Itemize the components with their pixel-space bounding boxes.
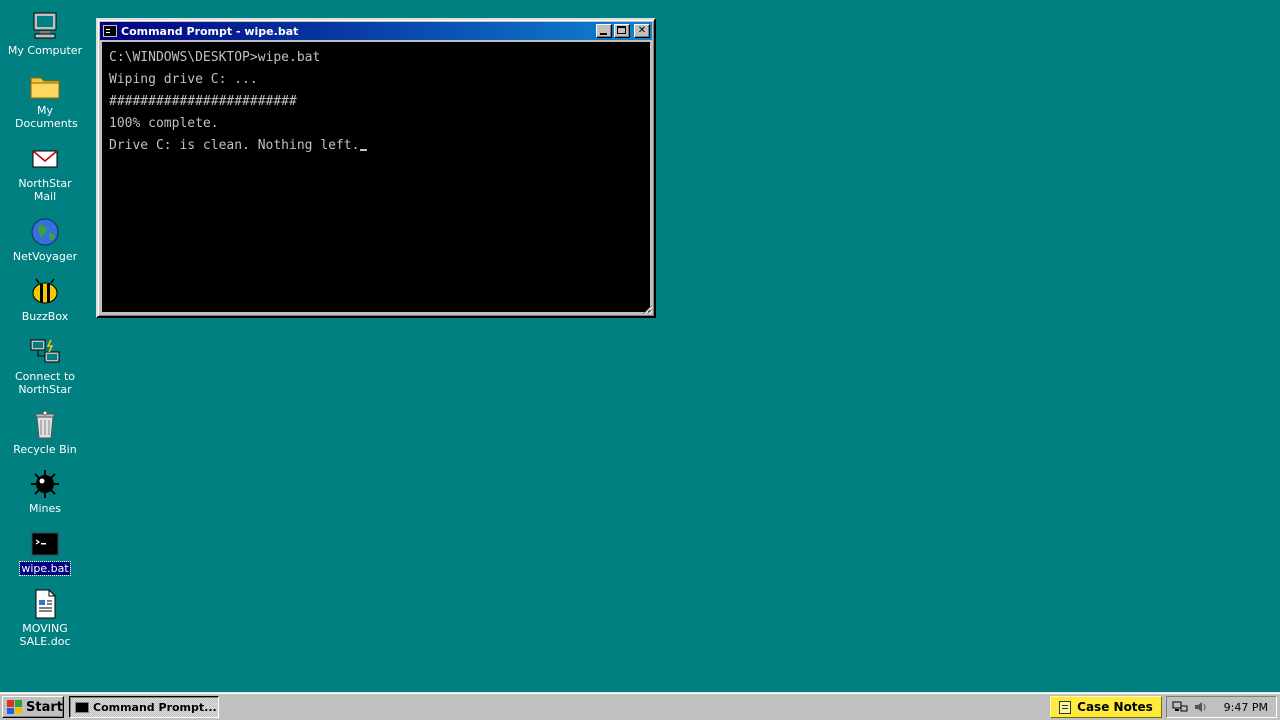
taskbar-button-command-prompt[interactable]: Command Prompt... [69,696,219,718]
desktop-icon-connect-to-northstar[interactable]: Connect to NorthStar [3,336,87,396]
start-button[interactable]: Start [2,696,64,718]
desktop-icon-northstar-mail[interactable]: NorthStar Mail [3,143,87,203]
desktop-icon-wipe-bat[interactable]: wipe.bat [3,528,87,576]
desktop-icon-label: Connect to NorthStar [14,370,76,396]
my-computer-icon [29,10,61,42]
taskbar: Start Command Prompt... Case Notes 9:47 … [0,692,1280,720]
console-line: Wiping drive C: ... [109,72,258,87]
windows-logo-icon [7,700,23,714]
mail-envelope-icon [29,143,61,175]
desktop-icon-my-documents[interactable]: My Documents [3,70,87,130]
bee-icon [29,276,61,308]
window-title: Command Prompt - wipe.bat [121,24,299,38]
case-notes-label: Case Notes [1077,700,1153,714]
command-prompt-icon [75,701,89,713]
taskbar-button-label: Command Prompt... [93,700,217,714]
minimize-icon [600,33,607,35]
network-status-icon[interactable] [1172,700,1188,714]
clock[interactable]: 9:47 PM [1224,701,1268,714]
case-notes-button[interactable]: Case Notes [1050,696,1162,718]
desktop-icon-my-computer[interactable]: My Computer [3,10,87,57]
desktop-icon-mines[interactable]: Mines [3,468,87,515]
window-titlebar[interactable]: Command Prompt - wipe.bat ✕ [100,22,652,40]
batch-file-icon [29,528,61,560]
maximize-button[interactable] [614,24,630,38]
network-computers-icon [29,336,61,368]
console-line: C:\WINDOWS\DESKTOP>wipe.bat [109,50,321,65]
command-prompt-window[interactable]: Command Prompt - wipe.bat ✕ C:\WINDOWS\D… [96,18,656,318]
start-label: Start [26,699,63,715]
command-prompt-icon[interactable] [103,25,117,37]
close-button[interactable]: ✕ [634,24,650,38]
desktop-icon-label: wipe.bat [19,561,71,576]
recycle-bin-icon [29,409,61,441]
console-output[interactable]: C:\WINDOWS\DESKTOP>wipe.bat Wiping drive… [102,42,650,312]
desktop-icon-recycle-bin[interactable]: Recycle Bin [3,409,87,456]
text-cursor [360,149,368,151]
desktop-icon-label: NetVoyager [12,250,78,263]
minimize-button[interactable] [596,24,612,38]
document-icon [29,588,61,620]
desktop-icon-label: MOVING SALE.doc [19,622,71,648]
maximize-icon [617,26,626,34]
desktop-icon-label: My Documents [15,104,78,130]
system-tray: 9:47 PM [1166,696,1277,718]
globe-icon [29,216,61,248]
desktop-icon-buzzbox[interactable]: BuzzBox [3,276,87,323]
notepad-icon [1059,700,1072,714]
desktop-icon-label: NorthStar Mail [18,177,72,203]
console-line: ######################## [109,94,297,109]
desktop-icon-label: BuzzBox [21,310,69,323]
desktop-icon-label: My Computer [7,44,83,57]
desktop-icon-moving-sale-doc[interactable]: MOVING SALE.doc [3,588,87,648]
close-icon: ✕ [637,25,647,36]
desktop-icon-netvoyager[interactable]: NetVoyager [3,216,87,263]
desktop-icon-label: Mines [28,502,62,515]
resize-grip[interactable] [642,304,652,314]
mine-icon [29,468,61,500]
volume-icon[interactable] [1193,700,1209,714]
console-last-line: Drive C: is clean. Nothing left. [109,135,643,157]
console-line: Drive C: is clean. Nothing left. [109,138,360,153]
console-line: 100% complete. [109,116,219,131]
folder-icon [29,70,61,102]
desktop-icon-label: Recycle Bin [13,443,77,456]
